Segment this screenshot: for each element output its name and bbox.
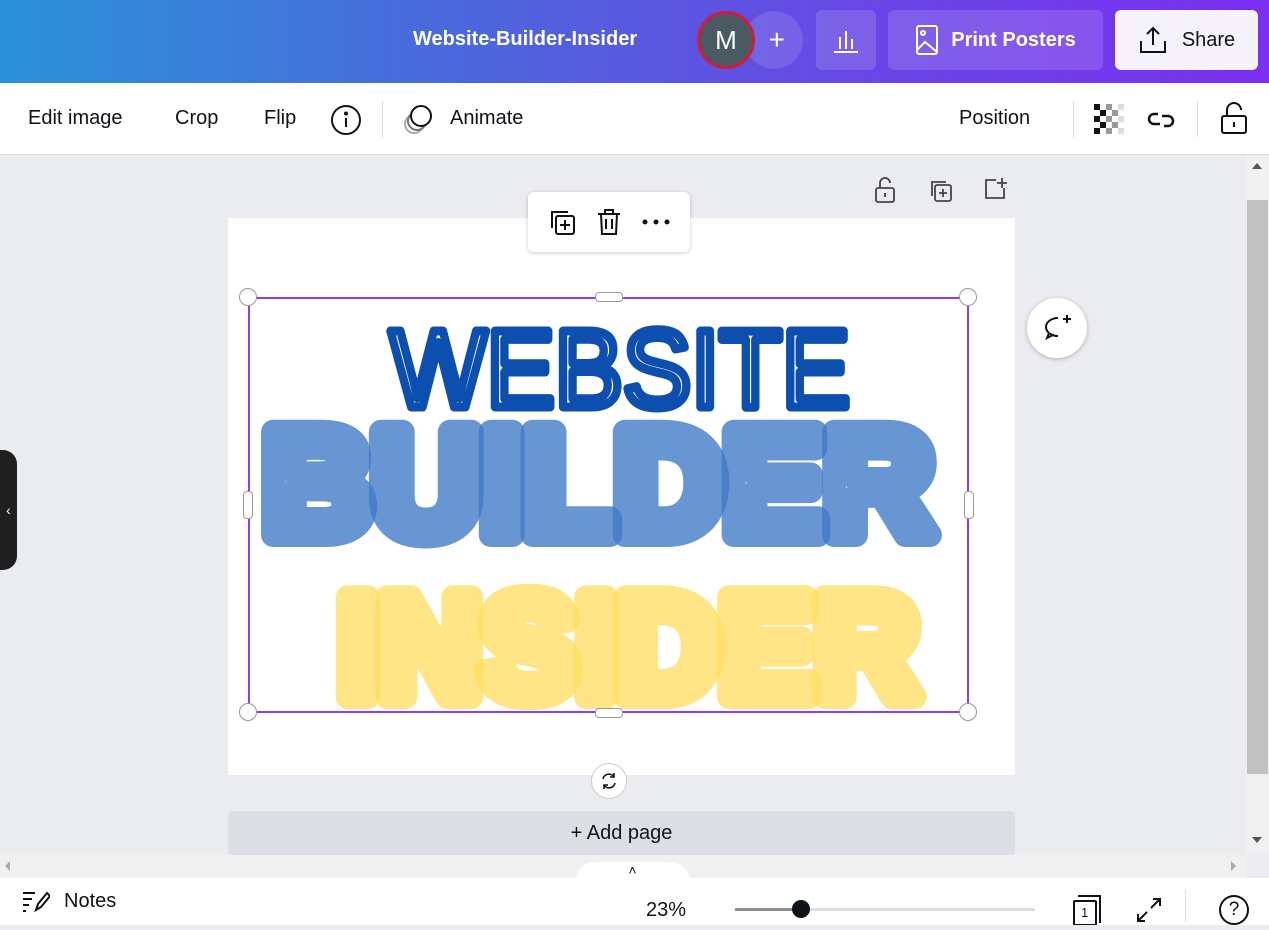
context-toolbar: Edit image Crop Flip Animate Position	[0, 83, 1269, 155]
animate-button[interactable]: Animate	[450, 107, 523, 130]
resize-handle-bottom[interactable]	[595, 708, 623, 718]
rotate-handle[interactable]	[591, 763, 627, 799]
scroll-up-arrow[interactable]	[1252, 163, 1262, 169]
help-button[interactable]: ?	[1219, 895, 1249, 925]
more-icon[interactable]	[641, 217, 671, 227]
selection-box	[248, 297, 969, 713]
resize-handle-top[interactable]	[595, 292, 623, 302]
resize-handle-top-left[interactable]	[239, 288, 257, 306]
notes-icon	[23, 891, 50, 913]
divider	[1197, 101, 1198, 137]
transparency-icon[interactable]	[1094, 104, 1126, 136]
divider	[1185, 890, 1186, 922]
upload-icon	[1139, 26, 1166, 53]
help-icon: ?	[1228, 899, 1240, 920]
chevron-left-icon: ‹	[6, 502, 11, 518]
divider	[382, 101, 383, 137]
bar-chart-icon	[834, 31, 858, 53]
fullscreen-icon[interactable]	[1136, 897, 1162, 923]
link-icon[interactable]	[1145, 105, 1177, 135]
page-count: 1	[1081, 905, 1089, 920]
duplicate-icon[interactable]	[547, 207, 577, 237]
info-icon[interactable]	[330, 104, 362, 136]
edit-image-button[interactable]: Edit image	[28, 107, 123, 130]
lock-page-icon[interactable]	[874, 176, 896, 204]
bottom-bar: Notes 23% 1 ?	[0, 878, 1269, 926]
animate-icon	[404, 105, 432, 134]
zoom-slider-fill	[735, 908, 801, 911]
print-posters-label: Print Posters	[951, 28, 1076, 51]
crop-button[interactable]: Crop	[175, 107, 218, 130]
share-button[interactable]: Share	[1115, 10, 1258, 70]
zoom-level[interactable]: 23%	[646, 899, 686, 922]
page-count-button[interactable]: 1	[1072, 893, 1104, 926]
resize-handle-right[interactable]	[964, 491, 974, 519]
flip-button[interactable]: Flip	[264, 107, 296, 130]
image-icon	[916, 25, 939, 55]
scroll-thumb[interactable]	[1247, 200, 1268, 774]
add-page-button[interactable]: + Add page	[228, 811, 1015, 855]
resize-handle-bottom-left[interactable]	[239, 703, 257, 721]
notes-button[interactable]: Notes	[22, 888, 116, 914]
element-actions-popup	[528, 192, 690, 252]
trash-icon[interactable]	[595, 207, 623, 237]
print-posters-button[interactable]: Print Posters	[888, 10, 1103, 70]
scroll-down-arrow[interactable]	[1252, 837, 1262, 843]
rotate-icon	[602, 773, 616, 789]
resize-handle-top-right[interactable]	[959, 288, 977, 306]
unlock-icon[interactable]	[1220, 101, 1248, 135]
insights-button[interactable]	[816, 10, 876, 70]
resize-handle-bottom-right[interactable]	[959, 703, 977, 721]
share-label: Share	[1181, 28, 1236, 51]
add-page-icon[interactable]	[982, 176, 1008, 202]
scroll-left-arrow[interactable]	[5, 861, 10, 871]
notes-label: Notes	[64, 889, 117, 912]
duplicate-page-icon[interactable]	[928, 178, 954, 204]
resize-handle-left[interactable]	[243, 491, 253, 519]
scroll-right-arrow[interactable]	[1231, 861, 1236, 871]
design-title[interactable]: Website-Builder-Insider	[413, 28, 637, 51]
add-comment-button[interactable]	[1027, 298, 1087, 358]
avatar[interactable]: M	[697, 11, 755, 69]
comment-plus-icon	[1045, 315, 1071, 341]
divider	[1073, 101, 1074, 137]
vertical-scrollbar[interactable]	[1246, 155, 1269, 855]
zoom-slider[interactable]	[735, 900, 1035, 918]
position-button[interactable]: Position	[959, 107, 1030, 130]
zoom-slider-thumb[interactable]	[791, 900, 810, 918]
side-panel-toggle[interactable]: ‹	[0, 450, 17, 570]
chevron-up-icon: ˄	[628, 862, 637, 878]
